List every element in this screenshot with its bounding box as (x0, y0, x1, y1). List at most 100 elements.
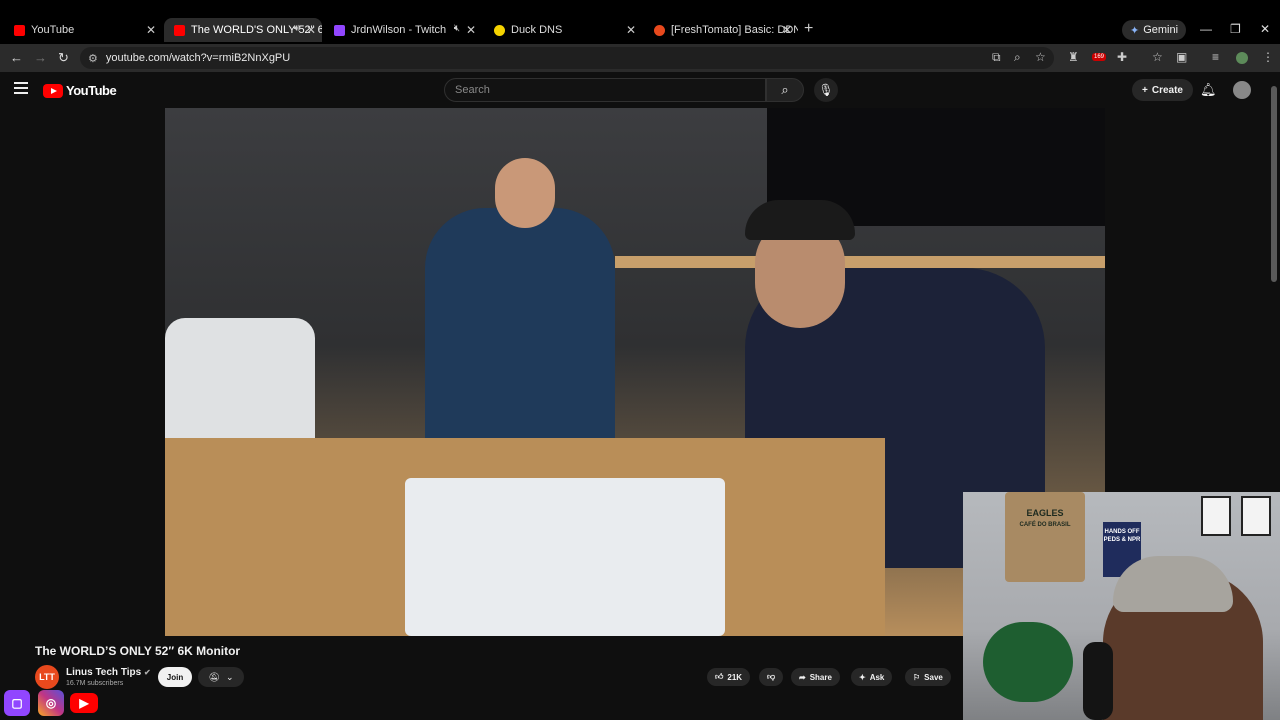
bell-off-icon: 🔕︎ (208, 671, 220, 682)
like-button[interactable]: 👍︎ 21K (707, 668, 751, 686)
restore-button[interactable]: ❐ (1230, 22, 1241, 36)
microphone-icon: 🎙︎ (818, 83, 834, 97)
channel-name[interactable]: Linus Tech Tips ✔ (66, 667, 151, 678)
reload-icon[interactable]: ↻ (58, 50, 69, 66)
bookmark-star-icon[interactable]: ☆ (1035, 50, 1046, 64)
save-button[interactable]: ⚐ Save (905, 668, 951, 686)
search-input[interactable]: Search (444, 78, 766, 102)
ask-button[interactable]: ✦ Ask (851, 668, 893, 686)
url-text: youtube.com/watch?v=rmiB2NnXgPU (105, 52, 291, 64)
youtube-play-icon (43, 83, 63, 98)
sign-text: EAGLES (1026, 508, 1064, 518)
install-app-icon[interactable]: ⧉ (992, 50, 1001, 65)
menu-icon[interactable]: ⋮ (1262, 50, 1274, 64)
tab-video[interactable]: The WORLD'S ONLY 52" 6K 🔊︎ ✕ (164, 18, 322, 42)
tomato-icon (654, 24, 665, 36)
subscription-bell-button[interactable]: 🔕︎ ⌄ (198, 667, 244, 687)
join-button[interactable]: Join (158, 667, 192, 687)
back-icon[interactable]: ← (10, 50, 23, 65)
sparkle-icon: ✦ (859, 672, 866, 682)
search-button[interactable]: ⌕ (766, 78, 804, 102)
tab-title: JrdnWilson - Twitch (351, 24, 447, 36)
muted-speaker-icon[interactable]: 🔇︎ (454, 23, 460, 34)
minimize-button[interactable]: — (1200, 22, 1212, 36)
close-icon[interactable]: ✕ (146, 23, 156, 37)
puzzle-icon[interactable]: ✚ (1117, 50, 1127, 64)
video-title: The WORLD’S ONLY 52″ 6K Monitor (35, 644, 241, 658)
close-icon[interactable]: ✕ (466, 23, 476, 37)
zoom-icon[interactable]: ⌕ (1014, 50, 1021, 65)
tab-title: Duck DNS (511, 24, 563, 36)
twitch-icon (334, 24, 345, 36)
video-scene-person-left (425, 208, 615, 468)
gemini-button[interactable]: ✦ Gemini (1122, 20, 1187, 40)
instagram-social-icon: ◎ (38, 690, 64, 716)
youtube-icon (174, 24, 185, 36)
thumbs-down-icon: 👎︎ (767, 672, 776, 681)
create-label: Create (1151, 84, 1183, 96)
plus-icon: + (1142, 84, 1148, 96)
profile-avatar[interactable] (1236, 52, 1248, 64)
tab-twitch[interactable]: JrdnWilson - Twitch 🔇︎ ✕ (324, 18, 482, 42)
share-button[interactable]: ➦ Share (791, 668, 840, 686)
hamburger-menu-icon[interactable] (14, 82, 28, 97)
tab-freshtomato[interactable]: [FreshTomato] Basic: DDNS Clie ✕ (644, 18, 798, 42)
gemini-label: Gemini (1143, 24, 1179, 36)
browser-tab-bar: YouTube ✕ The WORLD'S ONLY 52" 6K 🔊︎ ✕ J… (0, 0, 1280, 44)
window-close-button[interactable]: ✕ (1260, 22, 1270, 36)
close-icon[interactable]: ✕ (782, 23, 792, 37)
notifications-bell-icon[interactable]: 🔔︎ (1200, 82, 1217, 98)
youtube-logo[interactable]: YouTube (43, 83, 117, 98)
sidepanel-icon[interactable]: ▣ (1176, 50, 1187, 64)
tab-duckdns[interactable]: Duck DNS ✕ (484, 18, 642, 42)
channel-avatar[interactable]: LTT (35, 665, 59, 689)
share-icon: ➦ (799, 672, 806, 682)
create-button[interactable]: + Create (1132, 79, 1193, 101)
close-icon[interactable]: ✕ (626, 23, 636, 37)
address-toolbar: ← → ↻ ⚙ youtube.com/watch?v=rmiB2NnXgPU … (0, 44, 1280, 72)
extension-icon[interactable]: ♜ (1068, 50, 1079, 64)
bookmarks-icon[interactable]: ☆ (1152, 50, 1163, 64)
twitch-social-icon: ▢ (4, 690, 30, 716)
youtube-icon (14, 24, 25, 36)
youtube-social-icon: ▶ (70, 693, 98, 713)
webcam-microphone (1083, 642, 1113, 720)
webcam-eagles-sign: EAGLES CAFÉ DO BRASIL (1005, 492, 1085, 582)
speaker-icon[interactable]: 🔊︎ (294, 23, 300, 34)
logo-text: YouTube (66, 83, 117, 98)
extension-badge[interactable]: 169 (1092, 53, 1107, 61)
channel-name-text: Linus Tech Tips (66, 667, 142, 678)
search-placeholder: Search (455, 84, 490, 96)
webcam-hat (1113, 556, 1233, 612)
new-tab-button[interactable]: + (804, 20, 813, 38)
close-icon[interactable]: ✕ (306, 23, 316, 37)
voice-search-button[interactable]: 🎙︎ (814, 78, 838, 102)
search-icon: ⌕ (781, 82, 789, 97)
webcam-frame-1 (1201, 496, 1231, 536)
tab-youtube[interactable]: YouTube ✕ (4, 18, 162, 42)
account-avatar[interactable] (1233, 81, 1251, 99)
video-scene-desk (615, 256, 1105, 268)
forward-icon[interactable]: → (34, 50, 47, 65)
duck-icon (494, 24, 505, 36)
tab-title: The WORLD'S ONLY 52" 6K (191, 24, 322, 36)
ask-label: Ask (869, 672, 885, 682)
url-bar[interactable]: ⚙ youtube.com/watch?v=rmiB2NnXgPU (80, 47, 1054, 69)
tab-title: YouTube (31, 24, 75, 36)
media-icon[interactable]: ≡ (1212, 50, 1219, 64)
youtube-header: YouTube Search ⌕ 🎙︎ + Create 🔔︎ (0, 72, 1280, 108)
page-scrollbar[interactable] (1271, 86, 1277, 282)
video-scene-instructions (405, 478, 725, 636)
video-scene-cap (745, 200, 855, 240)
gemini-sparkle-icon: ✦ (1130, 24, 1140, 37)
video-scene-head-left (495, 158, 555, 228)
like-count: 21K (727, 672, 743, 682)
bookmark-icon: ⚐ (913, 672, 921, 682)
site-info-icon[interactable]: ⚙ (88, 52, 98, 65)
webcam-overlay: EAGLES CAFÉ DO BRASIL HANDS OFF PEDS & N… (963, 492, 1280, 720)
tab-title: [FreshTomato] Basic: DDNS Clie (671, 24, 798, 36)
webcam-tree (983, 622, 1073, 702)
webcam-frame-2 (1241, 496, 1271, 536)
subscriber-count: 16.7M subscribers (66, 680, 124, 687)
dislike-button[interactable]: 👎︎ (759, 668, 784, 686)
